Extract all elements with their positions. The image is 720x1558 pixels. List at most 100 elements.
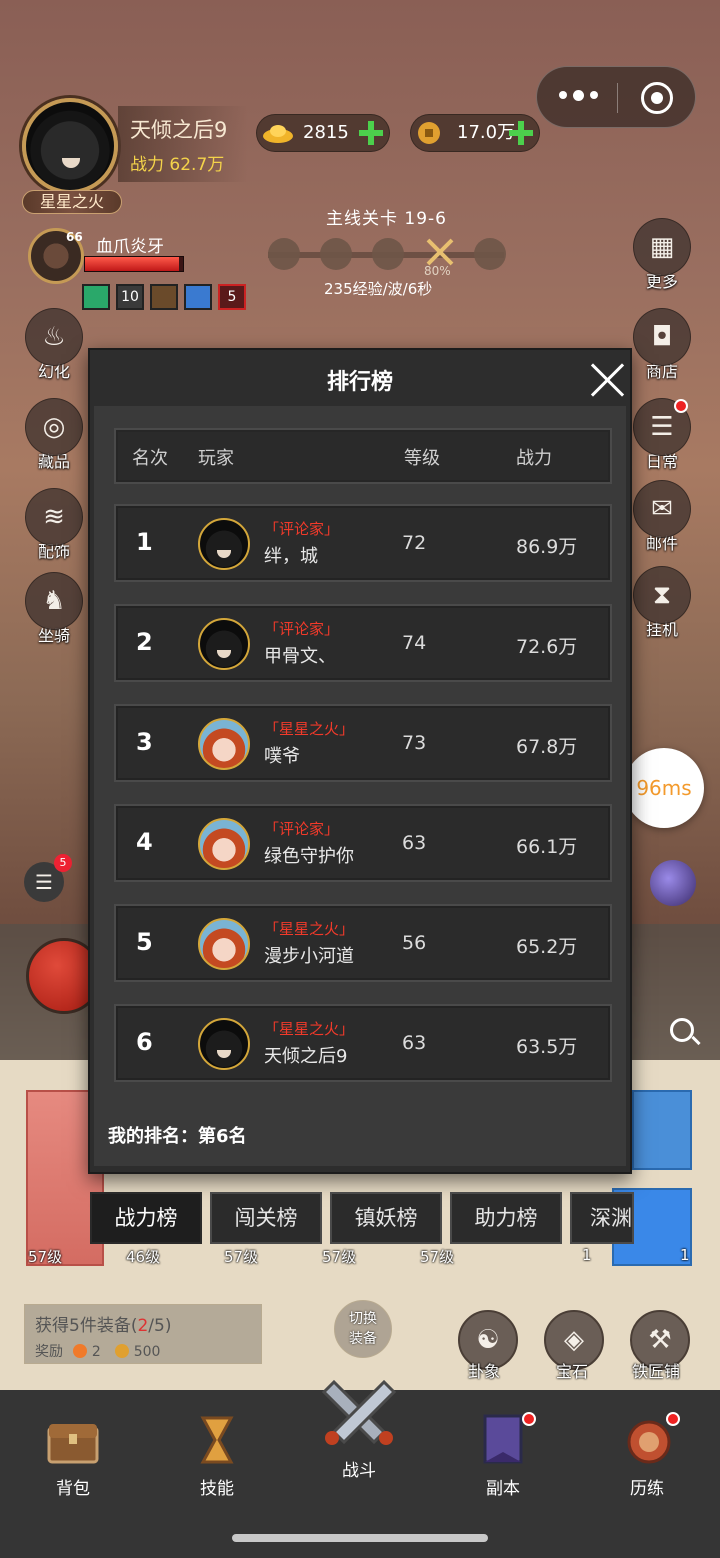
header-level: 等级: [404, 448, 440, 469]
item-count: 1: [582, 1246, 592, 1264]
tab-support[interactable]: 助力榜: [450, 1192, 562, 1244]
table-row[interactable]: 1 「评论家」 绊，城 72 86.9万: [114, 504, 612, 582]
quest-reward: 奖励 2 500: [35, 1344, 161, 1360]
nav-battle[interactable]: 战斗: [314, 1372, 404, 1481]
stage-title: 主线关卡 19-6: [326, 209, 447, 229]
row-name: 噗爷: [264, 746, 300, 767]
stage-node: [474, 238, 506, 270]
mail-button[interactable]: ✉ 邮件: [630, 480, 694, 554]
tab-stage[interactable]: 闯关榜: [210, 1192, 322, 1244]
mount-button[interactable]: ♞ 坐骑: [22, 572, 86, 646]
chat-badge: 5: [54, 854, 72, 872]
item-count: 1: [680, 1246, 690, 1264]
equip-level: 57级: [420, 1248, 455, 1266]
treasure-chest-icon: [47, 1424, 99, 1464]
lamp-icon: ♨: [25, 308, 83, 366]
pet-hp-bar: [84, 256, 184, 272]
equip-level: 57级: [28, 1248, 63, 1266]
tab-abyss[interactable]: 深渊: [570, 1192, 634, 1244]
hourglass-icon: [200, 1416, 234, 1464]
accessory-button[interactable]: ≋ 配饰: [22, 488, 86, 562]
modal-title: 排行榜: [326, 370, 393, 395]
buff-icon-2[interactable]: 10: [116, 284, 144, 310]
transform-button[interactable]: ♨ 幻化: [22, 308, 86, 382]
chat-button[interactable]: ☰ 5: [24, 854, 72, 902]
equip-level: 46级: [126, 1248, 161, 1266]
table-row[interactable]: 5 「星星之火」 漫步小河道 56 65.2万: [114, 904, 612, 982]
close-miniprogram-icon[interactable]: [641, 82, 673, 114]
nav-battle-label: 战斗: [342, 1461, 376, 1481]
table-row[interactable]: 2 「评论家」 甲骨文、 74 72.6万: [114, 604, 612, 682]
home-indicator: [232, 1534, 488, 1542]
pet-level: 66: [66, 230, 83, 244]
add-gold-button[interactable]: [359, 121, 383, 145]
row-name: 甲骨文、: [264, 646, 336, 667]
idle-button[interactable]: ⧗ 挂机: [630, 566, 694, 640]
row-level: 63: [402, 1032, 427, 1054]
notification-dot: [674, 399, 688, 413]
player-avatar-icon: [198, 718, 250, 770]
header-player: 玩家: [198, 448, 234, 469]
leaderboard-modal: 排行榜 名次 玩家 等级 战力 1 「评论家」 绊，城 72 86.9万 2 「…: [88, 348, 632, 1174]
collection-button[interactable]: ◎ 藏品: [22, 398, 86, 472]
nav-skills[interactable]: 技能: [172, 1412, 262, 1499]
row-rank: 6: [136, 1028, 153, 1056]
stage-exp-info: 235经验/波/6秒: [324, 280, 433, 298]
row-power: 63.5万: [516, 1036, 578, 1058]
battle-swords-icon: [321, 1379, 397, 1445]
table-row[interactable]: 6 「星星之火」 天倾之后9 63 63.5万: [114, 1004, 612, 1082]
reward-orb-icon: [73, 1344, 88, 1358]
buff-icon-4[interactable]: [184, 284, 212, 310]
gold-ingot-icon: [263, 125, 293, 143]
tab-demon[interactable]: 镇妖榜: [330, 1192, 442, 1244]
row-power: 72.6万: [516, 636, 578, 658]
gem-label: 宝石: [556, 1362, 589, 1381]
row-rank: 2: [136, 628, 153, 656]
stage-node: [320, 238, 352, 270]
shop-button[interactable]: ◘ 商店: [630, 308, 694, 382]
header-rank: 名次: [132, 448, 168, 469]
latency-indicator: 96ms: [624, 748, 704, 828]
player-power: 战力 62.7万: [130, 155, 225, 175]
row-level: 56: [402, 932, 427, 954]
row-name: 漫步小河道: [264, 946, 354, 967]
gold-ingot-counter: 2815: [256, 114, 390, 152]
nav-dungeon[interactable]: 副本: [458, 1412, 548, 1499]
row-power: 66.1万: [516, 836, 578, 858]
buff-icon-5[interactable]: 5: [218, 284, 246, 310]
buff-icon-1[interactable]: [82, 284, 110, 310]
shopping-bag-icon: ◘: [633, 308, 691, 366]
nav-training[interactable]: 历练: [602, 1412, 692, 1499]
grid-icon: ▦: [633, 218, 691, 276]
more-button[interactable]: ▦ 更多: [630, 218, 694, 292]
table-row[interactable]: 3 「星星之火」 噗爷 73 67.8万: [114, 704, 612, 782]
close-icon[interactable]: [590, 362, 626, 398]
player-name: 天倾之后9: [130, 118, 228, 142]
copper-coin-icon: [418, 122, 440, 144]
table-header: 名次 玩家 等级 战力: [114, 428, 612, 484]
search-icon[interactable]: [670, 1018, 694, 1042]
claw-icon: ≋: [25, 488, 83, 546]
quest-text: 获得5件装备(2/5): [35, 1316, 172, 1336]
leaderboard-body: 名次 玩家 等级 战力 1 「评论家」 绊，城 72 86.9万 2 「评论家」…: [94, 406, 626, 1166]
add-coin-button[interactable]: [509, 121, 533, 145]
table-row[interactable]: 4 「评论家」 绿色守护你 63 66.1万: [114, 804, 612, 882]
more-dots-icon[interactable]: [559, 89, 598, 101]
switch-equipment-button[interactable]: 切换 装备: [334, 1300, 392, 1358]
envelope-icon: ✉: [633, 480, 691, 538]
daily-button[interactable]: ☰ 日常: [630, 398, 694, 472]
nav-skills-label: 技能: [200, 1479, 234, 1499]
copper-coin-value: 17.0万: [457, 122, 516, 143]
buff-icon-3[interactable]: [150, 284, 178, 310]
nav-bag[interactable]: 背包: [28, 1412, 118, 1499]
collection-icon: ◎: [25, 398, 83, 456]
orb-icon[interactable]: [650, 860, 696, 906]
stage-progress-pct: 80%: [424, 264, 451, 278]
tab-power[interactable]: 战力榜: [90, 1192, 202, 1244]
quest-panel[interactable]: 获得5件装备(2/5) 奖励 2 500: [24, 1304, 262, 1364]
row-title: 「星星之火」: [264, 920, 355, 938]
row-level: 72: [402, 532, 427, 554]
row-rank: 3: [136, 728, 153, 756]
pet-card[interactable]: [632, 1090, 692, 1170]
player-avatar[interactable]: [22, 98, 118, 194]
